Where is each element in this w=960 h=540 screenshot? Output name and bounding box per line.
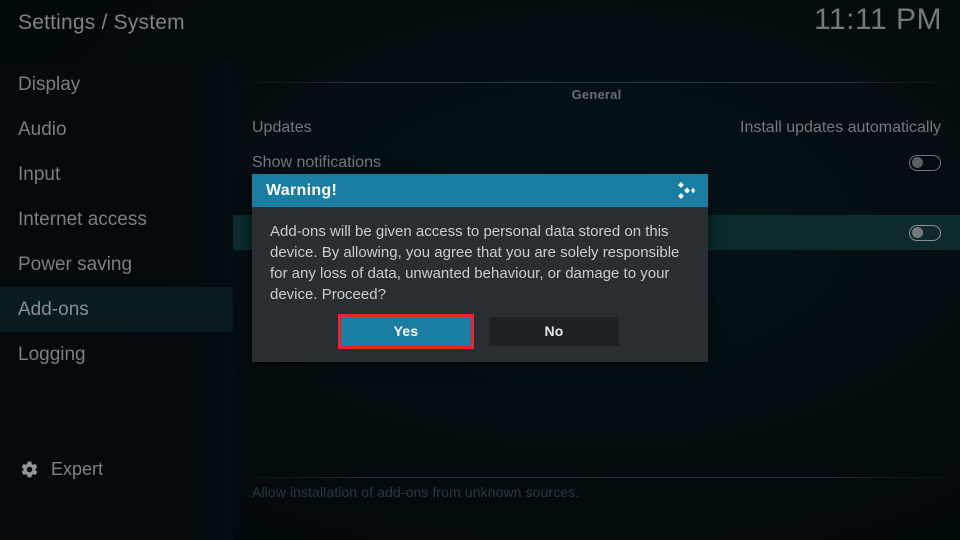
panel-bottom-divider	[233, 477, 960, 478]
setting-toggle[interactable]	[909, 154, 941, 171]
sidebar-item-add-ons[interactable]: Add-ons	[0, 287, 233, 332]
kodi-logo-icon	[675, 179, 698, 202]
no-button[interactable]: No	[489, 317, 619, 346]
sidebar-item-label: Input	[18, 164, 61, 185]
sidebar: Display Audio Input Internet access Powe…	[0, 62, 233, 540]
top-bar: Settings / System 11:11 PM	[0, 0, 960, 62]
setting-value: Install updates automatically	[740, 118, 941, 136]
breadcrumb: Settings / System	[18, 11, 185, 34]
dialog-title: Warning!	[266, 181, 338, 199]
warning-dialog: Warning! Add-ons will be given access to…	[252, 174, 708, 362]
setting-row-updates[interactable]: Updates Install updates automatically	[233, 110, 960, 145]
sidebar-item-display[interactable]: Display	[0, 62, 233, 107]
sidebar-item-label: Internet access	[18, 209, 147, 230]
panel-top-divider	[233, 82, 960, 83]
sidebar-item-label: Power saving	[18, 254, 133, 275]
sidebar-item-label: Add-ons	[18, 299, 89, 320]
toggle-knob	[911, 156, 923, 168]
dialog-message: Add-ons will be given access to personal…	[270, 223, 680, 303]
sidebar-item-label: Audio	[18, 119, 67, 140]
clock: 11:11 PM	[814, 3, 942, 36]
sidebar-item-logging[interactable]: Logging	[0, 332, 233, 377]
setting-toggle[interactable]	[909, 224, 941, 241]
dialog-button-row: Yes No	[252, 314, 708, 349]
setting-label: Show notifications	[252, 153, 381, 171]
setting-label: Updates	[252, 118, 312, 136]
gear-icon	[20, 460, 39, 479]
sidebar-item-power-saving[interactable]: Power saving	[0, 242, 233, 287]
setting-description: Allow installation of add-ons from unkno…	[252, 484, 580, 500]
sidebar-item-internet-access[interactable]: Internet access	[0, 197, 233, 242]
sidebar-item-input[interactable]: Input	[0, 152, 233, 197]
settings-level-toggle[interactable]: Expert	[0, 453, 233, 485]
yes-button[interactable]: Yes	[338, 314, 474, 349]
sidebar-item-audio[interactable]: Audio	[0, 107, 233, 152]
settings-level-label: Expert	[51, 458, 104, 479]
toggle-knob	[911, 226, 923, 238]
sidebar-item-label: Logging	[18, 344, 86, 365]
group-title: General	[571, 87, 622, 102]
sidebar-item-label: Display	[18, 74, 81, 95]
dialog-title-bar: Warning!	[252, 174, 708, 207]
